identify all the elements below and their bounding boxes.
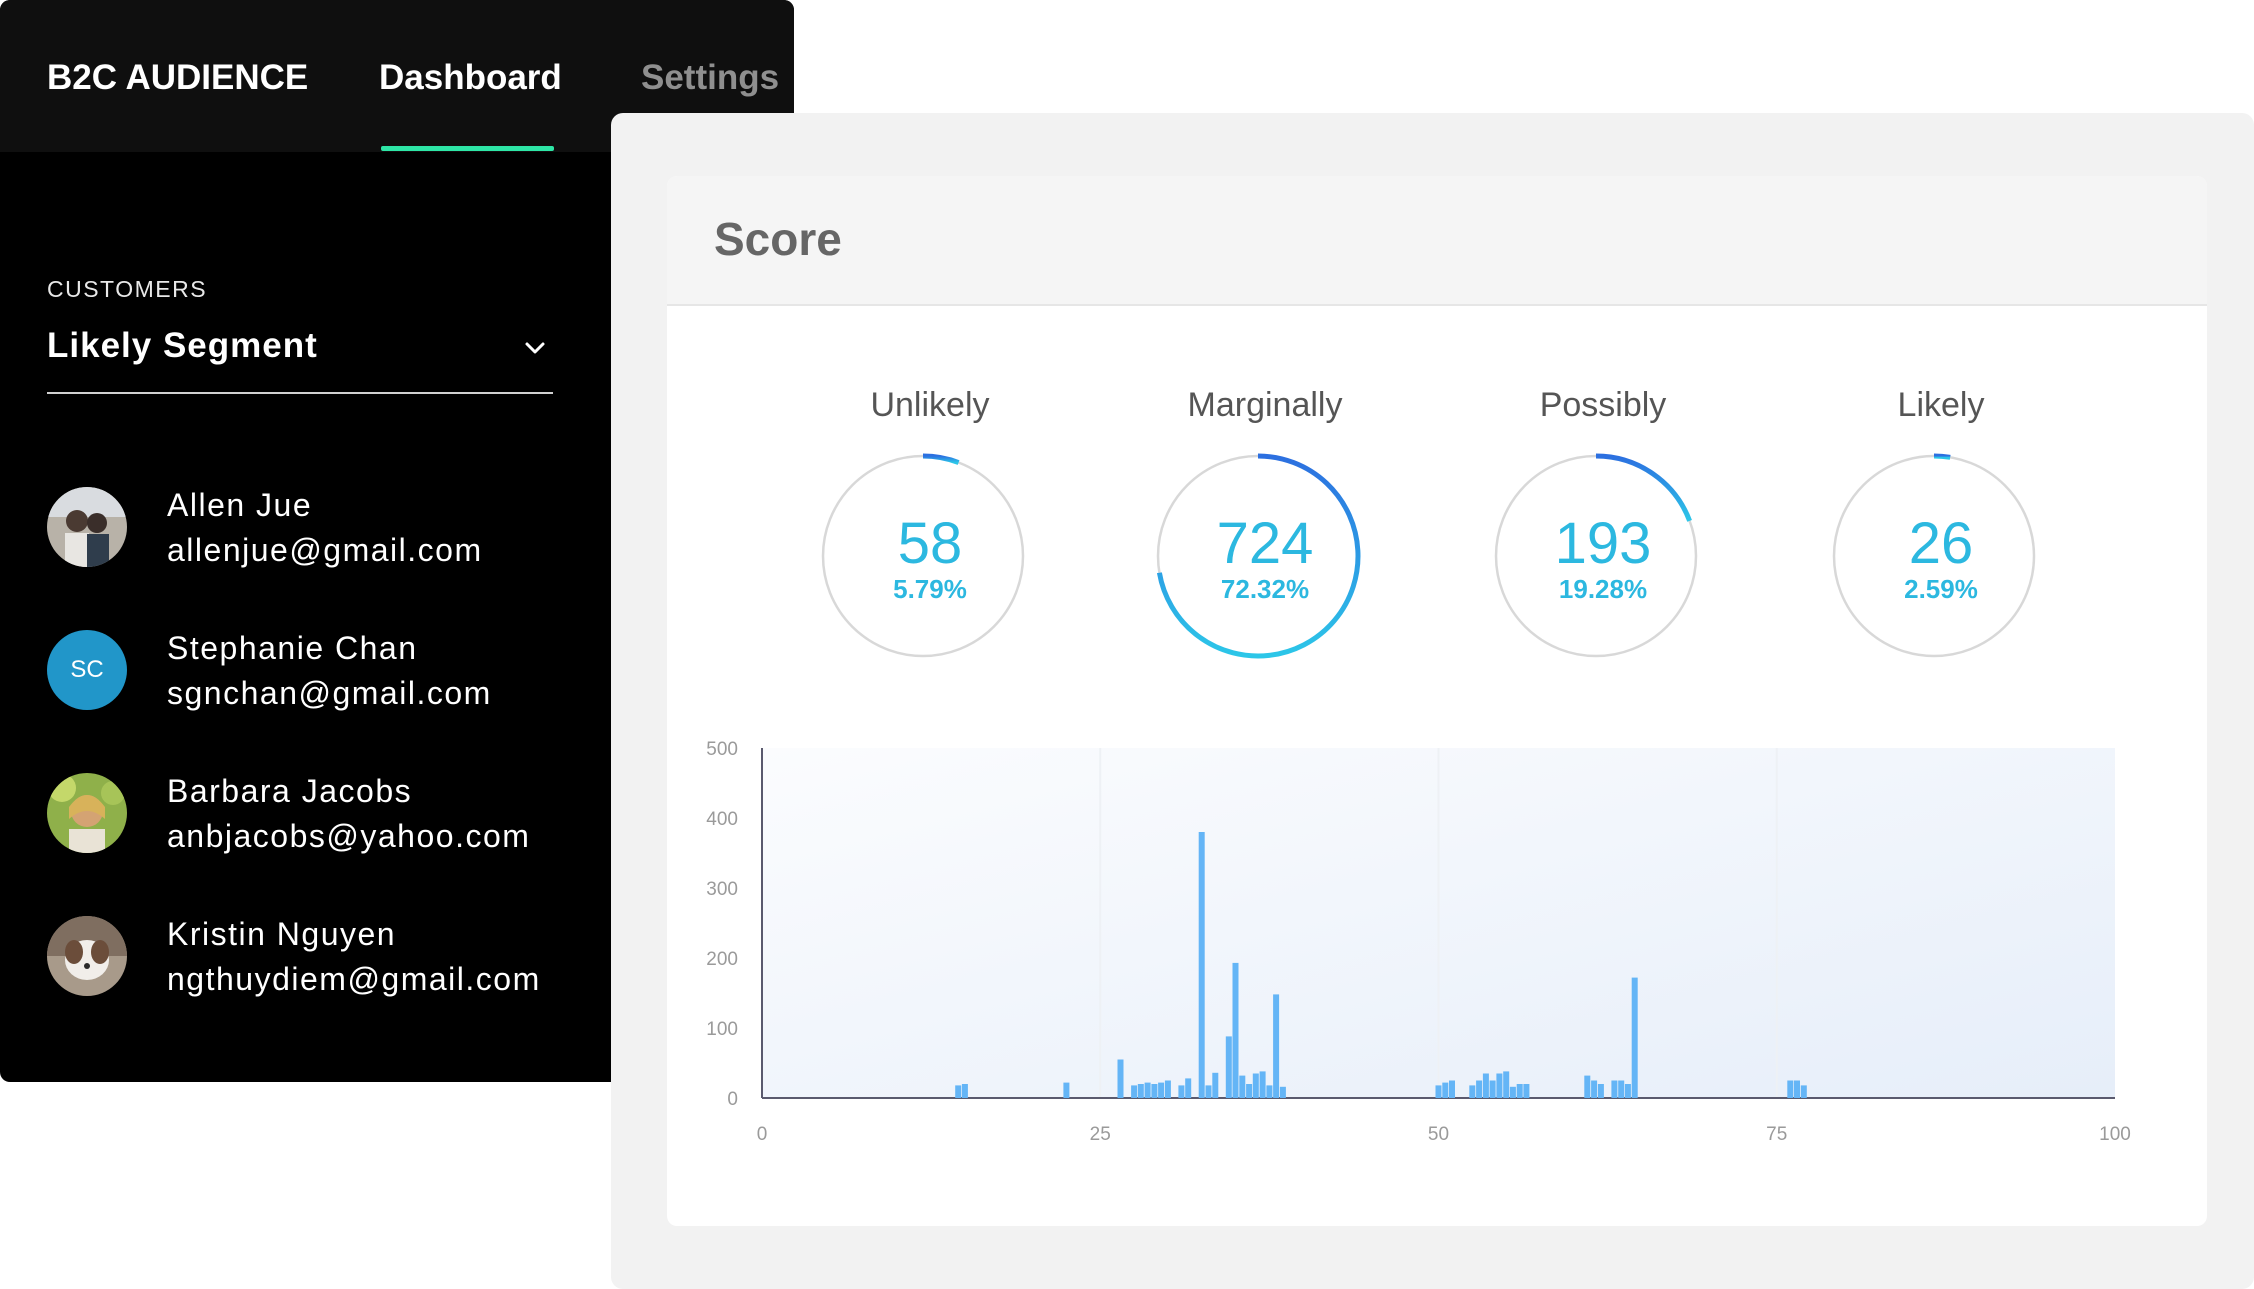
y-tick-label: 300 (706, 879, 738, 900)
histogram-bar (1232, 962, 1239, 1098)
histogram-bar (1509, 1086, 1516, 1098)
y-tick-label: 500 (706, 739, 738, 760)
x-tick-label: 50 (1428, 1124, 1449, 1145)
y-tick-label: 100 (706, 1019, 738, 1040)
histogram-bar (1631, 977, 1638, 1098)
histogram-bar (1624, 1084, 1631, 1098)
customer-name: Kristin Nguyen (167, 916, 397, 952)
histogram-bar (1131, 1085, 1138, 1098)
histogram-bar (1158, 1082, 1165, 1098)
tab-dashboard[interactable]: Dashboard (379, 58, 562, 98)
customer-email: sgnchan@gmail.com (167, 675, 492, 711)
avatar (47, 773, 127, 853)
histogram-bar (1266, 1085, 1273, 1098)
histogram-bar (1503, 1071, 1510, 1098)
histogram-bar (1137, 1084, 1144, 1098)
histogram-bar (1469, 1085, 1476, 1098)
brand-title: B2C AUDIENCE (47, 58, 309, 97)
customer-email: allenjue@gmail.com (167, 532, 483, 568)
histogram-bar (1584, 1075, 1591, 1098)
histogram-bar (1063, 1082, 1070, 1098)
customer-name: Stephanie Chan (167, 630, 418, 666)
histogram-bar (1259, 1071, 1266, 1098)
histogram-bar (1435, 1085, 1442, 1098)
y-tick-label: 400 (706, 809, 738, 830)
avatar (47, 916, 127, 996)
histogram-bar (1787, 1080, 1794, 1098)
histogram-bar (1794, 1080, 1800, 1098)
score-histogram: 500 400 300 200 100 00 25 50 75 100 (706, 739, 2131, 1145)
histogram-bar (1523, 1084, 1530, 1098)
histogram-bar (961, 1084, 968, 1098)
histogram-bar (1442, 1082, 1449, 1098)
avatar: SC (47, 630, 127, 710)
x-tick-label: 75 (1766, 1124, 1787, 1145)
histogram-bar (1611, 1080, 1618, 1098)
histogram-bar (1516, 1084, 1523, 1098)
histogram-bar (1273, 994, 1280, 1098)
histogram-bar (1144, 1082, 1151, 1098)
y-tick-label: 0 (727, 1089, 738, 1110)
histogram-bar (1449, 1080, 1455, 1098)
segment-selected-value: Likely Segment (47, 326, 318, 365)
histogram-bar (1496, 1073, 1503, 1098)
x-tick-label: 100 (2099, 1124, 2131, 1145)
customer-name: Allen Jue (167, 487, 313, 523)
histogram-bar (1252, 1073, 1259, 1098)
histogram-bar (1476, 1080, 1483, 1098)
segment-dropdown[interactable]: Likely Segment (47, 322, 553, 394)
x-tick-label: 25 (1090, 1124, 1111, 1145)
histogram-bar (1185, 1078, 1192, 1098)
histogram-bar (1205, 1085, 1212, 1098)
y-tick-label: 200 (706, 949, 738, 970)
histogram-bar (1178, 1085, 1185, 1098)
x-tick-label: 0 (757, 1124, 768, 1145)
active-tab-indicator (381, 146, 554, 151)
avatar (47, 487, 127, 567)
histogram-bar (1239, 1075, 1246, 1098)
histogram-bar (1246, 1084, 1253, 1098)
score-card: Score Unlikely 58 5.79% Marginally 724 7… (667, 176, 2207, 1226)
histogram-bar (1117, 1059, 1124, 1098)
histogram-bar (1618, 1080, 1625, 1098)
histogram-bar (1591, 1080, 1598, 1098)
histogram-bar (1489, 1080, 1496, 1098)
customer-email: ngthuydiem@gmail.com (167, 961, 541, 997)
tab-settings[interactable]: Settings (641, 58, 779, 98)
customer-email: anbjacobs@yahoo.com (167, 818, 531, 854)
histogram-bar (1597, 1084, 1604, 1098)
histogram-bar (1279, 1086, 1286, 1098)
histogram-bar (1198, 832, 1205, 1098)
histogram-bar (1212, 1072, 1219, 1098)
histogram-bar (1164, 1080, 1171, 1098)
customer-name: Barbara Jacobs (167, 773, 413, 809)
histogram-bar (1800, 1085, 1807, 1098)
histogram-bar (955, 1085, 962, 1098)
histogram-bar (1151, 1084, 1158, 1098)
chevron-down-icon (525, 342, 545, 354)
segment-label: CUSTOMERS (47, 276, 208, 302)
histogram-bar (1225, 1036, 1232, 1098)
histogram-bar (1482, 1073, 1489, 1098)
